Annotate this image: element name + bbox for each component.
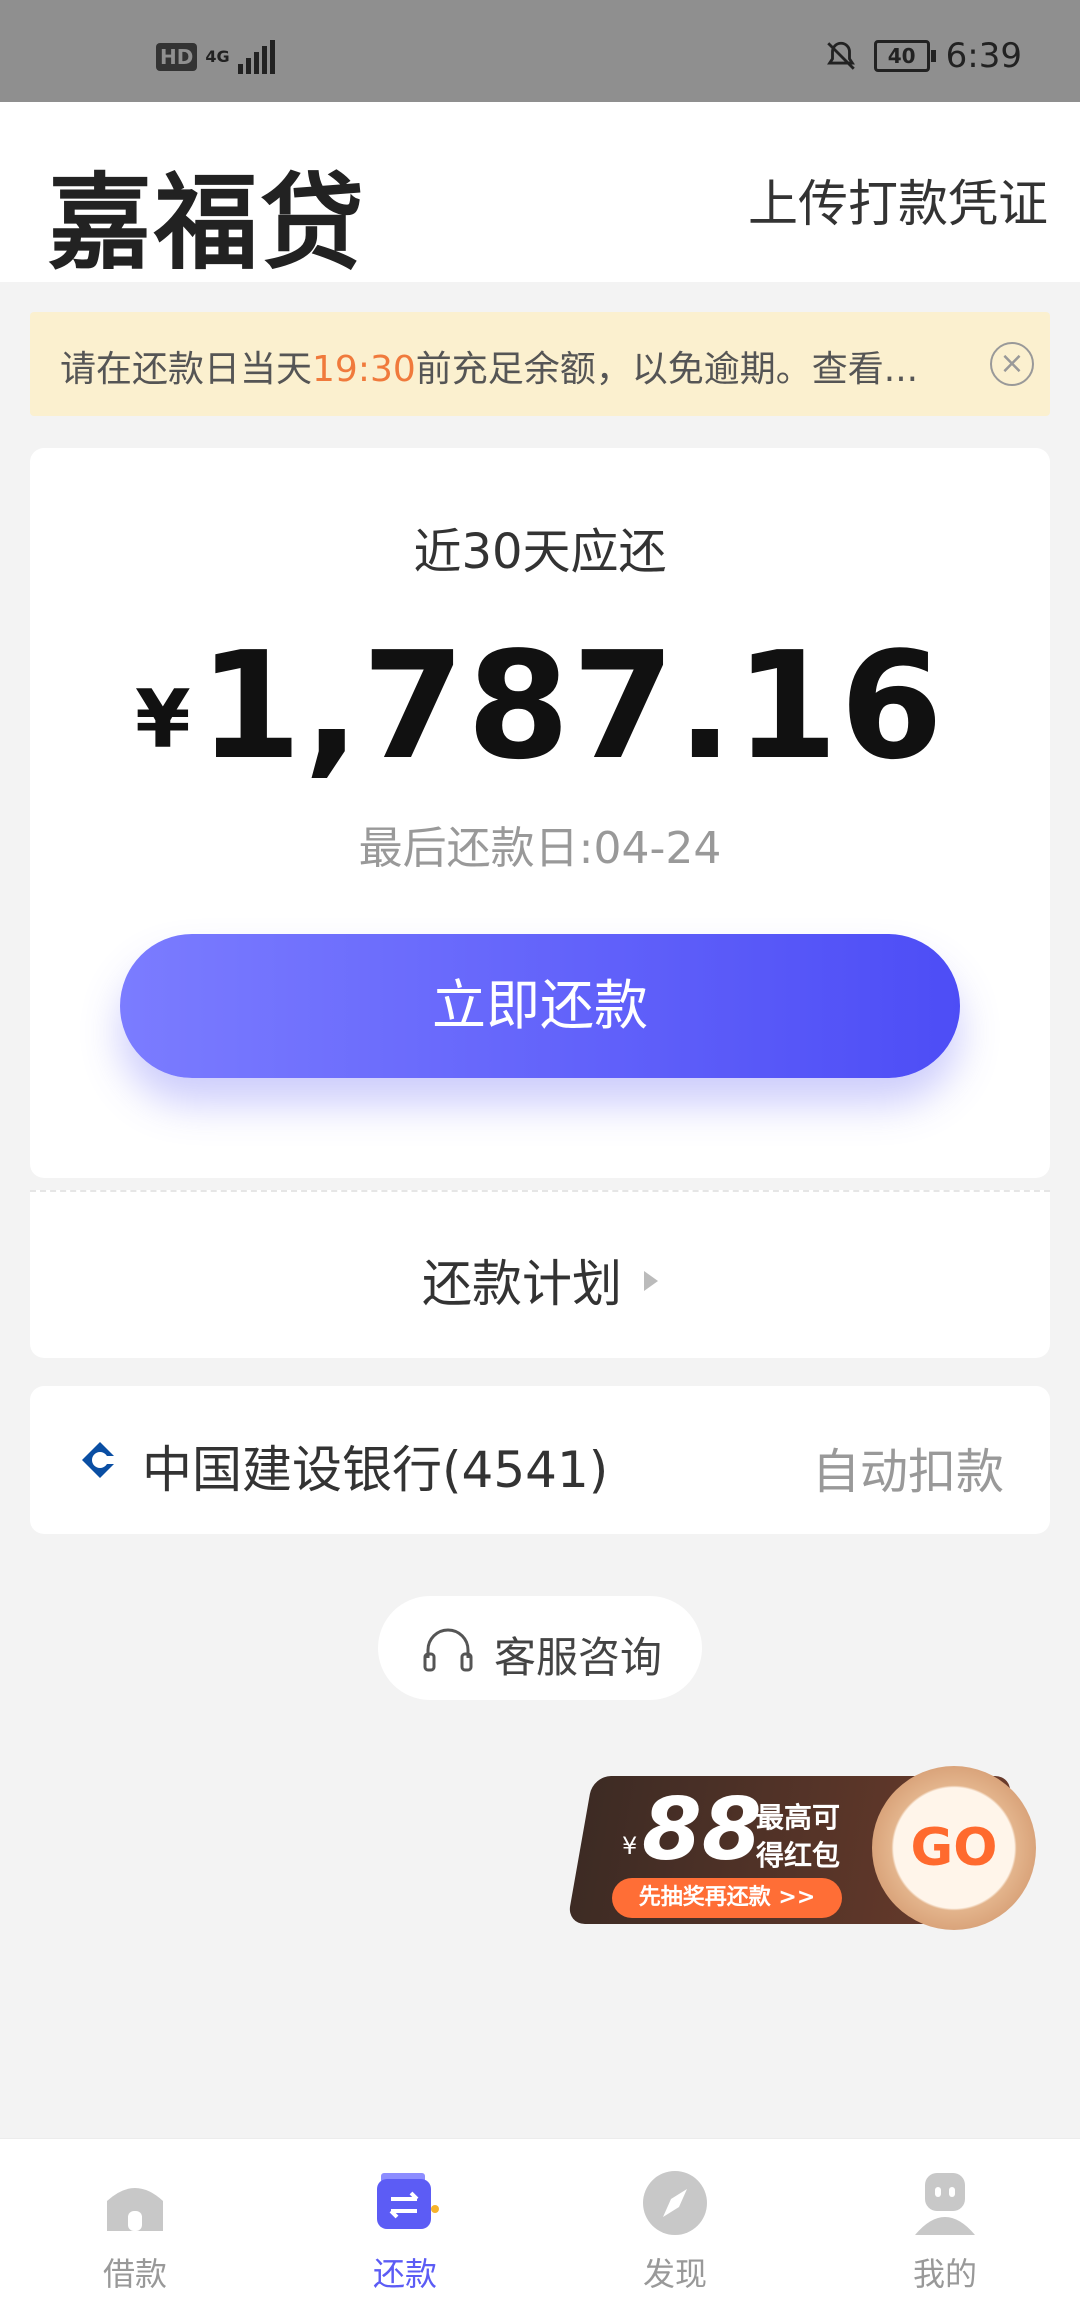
bottom-tab-bar: 借款 还款 发现 我的	[0, 2138, 1080, 2311]
due-label: 近30天应还	[413, 524, 667, 580]
customer-service-label: 客服咨询	[494, 1633, 663, 1682]
clock: 6:39	[945, 36, 1022, 76]
close-icon[interactable]: ×	[990, 342, 1034, 386]
status-right: 40 6:39	[824, 36, 1022, 76]
amount-value: 1,787.16	[198, 620, 945, 792]
tab-repay-label: 还款	[372, 2255, 437, 2293]
repayment-card: 近30天应还 ¥1,787.16 最后还款日:04-24 立即还款	[30, 448, 1050, 1178]
app-title: 嘉福贷	[48, 162, 367, 284]
tab-borrow[interactable]: 借款	[0, 2139, 270, 2311]
notice-text: 请在还款日当天19:30前充足余额，以免逾期。查看...	[60, 340, 918, 392]
app-header: 嘉福贷 上传打款凭证	[0, 102, 1080, 284]
tab-mine-label: 我的	[912, 2255, 977, 2293]
bell-muted-icon	[826, 41, 855, 70]
promo-currency: ¥	[622, 1832, 638, 1860]
battery-icon: 40	[873, 40, 936, 72]
promo-go-button[interactable]: GO	[872, 1766, 1036, 1930]
signal-icon	[237, 40, 275, 74]
bank-account-row[interactable]: 中国建设银行(4541) 自动扣款	[30, 1386, 1050, 1534]
customer-service-button[interactable]: 客服咨询	[378, 1596, 702, 1700]
tab-borrow-label: 借款	[102, 2255, 167, 2293]
promo-draw-pill: 先抽奖再还款 >>	[612, 1878, 842, 1918]
chevron-right-icon	[644, 1271, 658, 1291]
currency-symbol: ¥	[135, 673, 191, 766]
tab-discover-label: 发现	[642, 2255, 707, 2293]
notice-text-after: 前充足余额，以免逾期。查看...	[415, 349, 919, 390]
tab-mine[interactable]: 我的	[810, 2139, 1080, 2311]
auto-debit-label: 自动扣款	[811, 1444, 1004, 1500]
ccb-bank-icon	[82, 1442, 118, 1478]
promo-line1: 最高可	[756, 1801, 841, 1834]
amount-due: ¥1,787.16	[30, 620, 1050, 792]
notice-highlight-time: 19:30	[312, 349, 416, 390]
headset-icon	[423, 1628, 473, 1672]
hd-badge: HD	[156, 43, 198, 71]
tab-repay[interactable]: 还款	[270, 2139, 540, 2311]
last-repay-date: 最后还款日:04-24	[358, 823, 722, 874]
network-label: 4G	[205, 47, 230, 66]
notice-text-before: 请在还款日当天	[60, 349, 313, 390]
repay-now-button[interactable]: 立即还款	[120, 934, 960, 1078]
bank-name: 中国建设银行(4541)	[142, 1441, 609, 1499]
status-left: HD 4G	[156, 40, 275, 74]
promo-line2: 得红包	[756, 1839, 841, 1872]
upload-receipt-link[interactable]: 上传打款凭证	[748, 164, 1048, 236]
repayment-plan-link[interactable]: 还款计划	[30, 1244, 1050, 1316]
compass-icon	[643, 2171, 707, 2235]
home-icon	[107, 2188, 163, 2231]
notice-banner[interactable]: 请在还款日当天19:30前充足余额，以免逾期。查看... ×	[30, 312, 1050, 416]
profile-icon	[915, 2173, 975, 2235]
wallet-exchange-icon	[377, 2173, 439, 2229]
repayment-plan-row[interactable]: 还款计划	[30, 1190, 1050, 1358]
promo-amount: 88	[642, 1780, 762, 1880]
status-bar: HD 4G 40 6:39	[0, 0, 1080, 102]
repayment-plan-label: 还款计划	[422, 1255, 622, 1313]
tab-discover[interactable]: 发现	[540, 2139, 810, 2311]
promo-go-label: GO	[910, 1818, 998, 1878]
promo-red-packet-banner[interactable]: ¥ 88 最高可 得红包 先抽奖再还款 >> GO	[560, 1766, 1050, 1930]
